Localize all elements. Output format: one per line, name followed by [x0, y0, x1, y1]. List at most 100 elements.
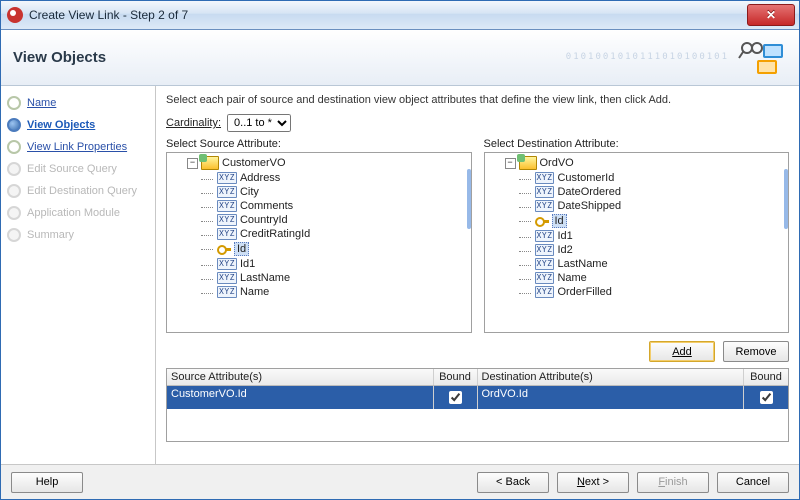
tree-attr-node[interactable]: XYZCountryId	[215, 213, 471, 227]
dest-tree[interactable]: − OrdVO XYZCustomerIdXYZDateOrderedXYZDa…	[484, 152, 790, 333]
step-application-module: Application Module	[5, 202, 151, 224]
app-icon	[7, 7, 23, 23]
step-dot-icon	[7, 140, 21, 154]
main-panel: Select each pair of source and destinati…	[156, 86, 799, 464]
tree-attr-node[interactable]: XYZId1	[215, 257, 471, 271]
step-label: Edit Destination Query	[27, 185, 137, 197]
attribute-icon: XYZ	[535, 272, 555, 284]
header-strip: View Objects 0101001010111010100101	[1, 30, 799, 86]
trees-row: Select Source Attribute: − CustomerVO XY…	[166, 138, 789, 333]
key-icon	[535, 217, 549, 225]
col-bound-2: Bound	[744, 369, 788, 385]
titlebar[interactable]: Create View Link - Step 2 of 7 ✕	[1, 1, 799, 30]
page-title: View Objects	[13, 49, 106, 66]
key-icon	[217, 245, 231, 253]
cardinality-label: Cardinality:	[166, 117, 221, 129]
attribute-icon: XYZ	[535, 172, 555, 184]
col-source: Source Attribute(s)	[167, 369, 434, 385]
tree-attr-label: Id1	[240, 258, 255, 270]
view-object-icon	[201, 156, 219, 170]
collapse-icon[interactable]: −	[505, 158, 516, 169]
step-dot-icon	[7, 118, 21, 132]
attribute-icon: XYZ	[535, 230, 555, 242]
tree-attr-node[interactable]: Id	[533, 213, 789, 229]
dialog-window: Create View Link - Step 2 of 7 ✕ View Ob…	[0, 0, 800, 500]
tree-attr-node[interactable]: XYZComments	[215, 199, 471, 213]
tree-attr-node[interactable]: XYZOrderFilled	[533, 285, 789, 299]
tree-attr-label: CreditRatingId	[240, 228, 310, 240]
attribute-icon: XYZ	[217, 272, 237, 284]
cell-source: CustomerVO.Id	[167, 386, 434, 409]
tree-attr-label: CountryId	[240, 214, 288, 226]
tree-attr-node[interactable]: XYZName	[215, 285, 471, 299]
tree-root-node[interactable]: − CustomerVO	[185, 155, 471, 171]
step-view-objects[interactable]: View Objects	[5, 114, 151, 136]
help-button[interactable]: Help	[11, 472, 83, 493]
col-bound: Bound	[434, 369, 478, 385]
add-button[interactable]: Add	[649, 341, 715, 362]
tree-attr-node[interactable]: XYZId2	[533, 243, 789, 257]
tree-attr-node[interactable]: XYZLastName	[215, 271, 471, 285]
cell-destination: OrdVO.Id	[478, 386, 745, 409]
step-label: Edit Source Query	[27, 163, 117, 175]
tree-attr-node[interactable]: XYZLastName	[533, 257, 789, 271]
tree-root-node[interactable]: − OrdVO	[503, 155, 789, 171]
tree-attr-node[interactable]: XYZDateOrdered	[533, 185, 789, 199]
tree-attr-label: DateShipped	[557, 200, 621, 212]
col-destination: Destination Attribute(s)	[478, 369, 745, 385]
tree-attr-label: Address	[240, 172, 280, 184]
finish-button: Finish	[637, 472, 709, 493]
tree-attr-label: LastName	[557, 258, 607, 270]
step-label[interactable]: View Link Properties	[27, 141, 127, 153]
tree-attr-node[interactable]: XYZId1	[533, 229, 789, 243]
instructions-text: Select each pair of source and destinati…	[166, 94, 789, 106]
step-name[interactable]: Name	[5, 92, 151, 114]
bound-dst-checkbox[interactable]	[760, 391, 773, 404]
bound-src-checkbox[interactable]	[449, 391, 462, 404]
cell-bound-dst	[744, 386, 788, 409]
source-tree-col: Select Source Attribute: − CustomerVO XY…	[166, 138, 472, 333]
tree-attr-label: Id2	[557, 244, 572, 256]
tree-attr-label: OrderFilled	[557, 286, 611, 298]
tree-attr-label: Id	[234, 242, 249, 256]
step-edit-destination-query: Edit Destination Query	[5, 180, 151, 202]
cell-bound-src	[434, 386, 478, 409]
tree-attr-node[interactable]: XYZCustomerId	[533, 171, 789, 185]
attribute-icon: XYZ	[535, 244, 555, 256]
step-label: View Objects	[27, 119, 95, 131]
step-label[interactable]: Name	[27, 97, 56, 109]
tree-attr-node[interactable]: Id	[215, 241, 471, 257]
step-view-link-properties[interactable]: View Link Properties	[5, 136, 151, 158]
header-illustration-icon	[737, 38, 787, 78]
next-button[interactable]: Next >	[557, 472, 629, 493]
attribute-icon: XYZ	[217, 172, 237, 184]
back-button[interactable]: < Back	[477, 472, 549, 493]
cancel-button[interactable]: Cancel	[717, 472, 789, 493]
dest-tree-col: Select Destination Attribute: − OrdVO XY…	[484, 138, 790, 333]
close-button[interactable]: ✕	[747, 4, 795, 26]
decor-binary: 0101001010111010100101	[566, 52, 729, 62]
remove-button[interactable]: Remove	[723, 341, 789, 362]
attribute-pair-table: Source Attribute(s) Bound Destination At…	[166, 368, 789, 442]
step-label: Summary	[27, 229, 74, 241]
tree-attr-label: City	[240, 186, 259, 198]
tree-attr-node[interactable]: XYZDateShipped	[533, 199, 789, 213]
tree-attr-node[interactable]: XYZCreditRatingId	[215, 227, 471, 241]
wizard-footer: Help < Back Next > Finish Cancel	[1, 464, 799, 499]
source-tree[interactable]: − CustomerVO XYZAddressXYZCityXYZComment…	[166, 152, 472, 333]
attribute-icon: XYZ	[535, 200, 555, 212]
tree-root-label: OrdVO	[540, 157, 574, 169]
cardinality-select[interactable]: 0..1 to *1 to ** to 11 to 1* to *	[227, 114, 291, 132]
attribute-icon: XYZ	[217, 200, 237, 212]
tree-attr-label: LastName	[240, 272, 290, 284]
tree-attr-node[interactable]: XYZAddress	[215, 171, 471, 185]
add-remove-row: Add Remove	[166, 341, 789, 362]
collapse-icon[interactable]: −	[187, 158, 198, 169]
tree-attr-node[interactable]: XYZCity	[215, 185, 471, 199]
step-dot-icon	[7, 162, 21, 176]
body: Name View Objects View Link Properties E…	[1, 86, 799, 464]
attribute-icon: XYZ	[217, 286, 237, 298]
tree-attr-node[interactable]: XYZName	[533, 271, 789, 285]
table-row[interactable]: CustomerVO.Id OrdVO.Id	[167, 386, 788, 409]
attribute-icon: XYZ	[217, 258, 237, 270]
